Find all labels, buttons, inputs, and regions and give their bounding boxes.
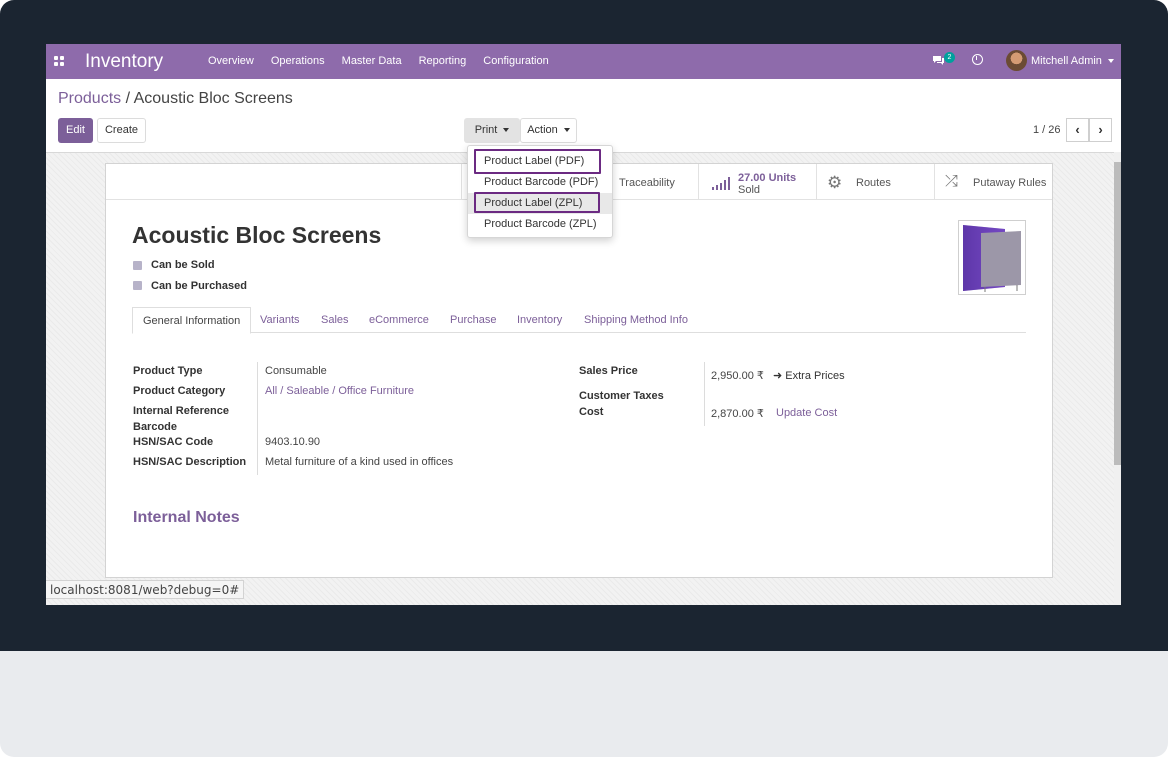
random-arrows-icon: ⤮ xyxy=(945,173,958,190)
can-be-purchased-label: Can be Purchased xyxy=(151,280,247,292)
user-avatar[interactable] xyxy=(1006,50,1027,71)
apps-menu-icon[interactable] xyxy=(54,56,64,66)
can-be-purchased-checkbox[interactable] xyxy=(133,281,142,290)
cost-value[interactable]: 2,870.00 ₹ xyxy=(711,407,764,420)
print-product-barcode-zpl[interactable]: Product Barcode (ZPL) xyxy=(468,214,612,235)
action-button[interactable]: Action xyxy=(520,118,577,143)
extra-prices-label: Extra Prices xyxy=(785,370,845,382)
print-product-barcode-pdf[interactable]: Product Barcode (PDF) xyxy=(468,172,612,193)
sales-chart-icon xyxy=(712,177,730,190)
main-menu: Overview Operations Master Data Reportin… xyxy=(208,55,549,67)
menu-operations[interactable]: Operations xyxy=(271,55,325,67)
sales-price-value[interactable]: 2,950.00 ₹ xyxy=(711,369,764,382)
pager-previous-button[interactable]: ‹ xyxy=(1066,118,1089,142)
extra-prices-button[interactable]: ➜ Extra Prices xyxy=(773,369,845,382)
action-label: Action xyxy=(527,124,558,136)
product-type-value[interactable]: Consumable xyxy=(265,365,327,377)
customer-taxes-label: Customer Taxes xyxy=(579,390,664,402)
product-category-label: Product Category xyxy=(133,385,226,397)
routes-label: Routes xyxy=(856,177,891,189)
hsn-code-value[interactable]: 9403.10.90 xyxy=(265,436,320,448)
hsn-description-value[interactable]: Metal furniture of a kind used in office… xyxy=(265,456,453,468)
top-navbar: Inventory Overview Operations Master Dat… xyxy=(46,44,1121,79)
breadcrumb-separator: / xyxy=(125,90,131,107)
barcode-label: Barcode xyxy=(133,421,178,433)
scrollbar-thumb[interactable] xyxy=(1114,162,1121,465)
cost-label: Cost xyxy=(579,406,604,418)
can-be-sold-label: Can be Sold xyxy=(151,259,215,271)
breadcrumb-products[interactable]: Products xyxy=(58,90,121,107)
putaway-label: Putaway Rules xyxy=(973,177,1047,189)
sold-button[interactable]: 27.00 Units Sold xyxy=(698,164,816,200)
routes-button[interactable]: ⚙ Routes xyxy=(816,164,934,200)
menu-overview[interactable]: Overview xyxy=(208,55,254,67)
arrow-right-icon: ➜ xyxy=(773,370,786,382)
user-menu[interactable]: Mitchell Admin xyxy=(1031,55,1114,67)
tab-inventory[interactable]: Inventory xyxy=(517,307,562,334)
pager-value: 1 / 26 xyxy=(1033,124,1061,136)
sold-label: Sold xyxy=(738,184,761,196)
putaway-rules-button[interactable]: ⤮ Putaway Rules xyxy=(934,164,1052,200)
status-bar-url: localhost:8081/web?debug=0# xyxy=(46,580,245,599)
can-be-sold-checkbox[interactable] xyxy=(133,261,142,270)
user-name: Mitchell Admin xyxy=(1031,55,1102,67)
tab-shipping-method-info[interactable]: Shipping Method Info xyxy=(584,307,688,334)
print-dropdown-menu: Product Label (PDF) Product Barcode (PDF… xyxy=(467,145,613,238)
menu-configuration[interactable]: Configuration xyxy=(483,55,548,67)
acoustic-screen-image xyxy=(963,225,1021,292)
device-frame-bottom xyxy=(0,651,1168,757)
sales-price-label: Sales Price xyxy=(579,365,638,377)
internal-notes-heading: Internal Notes xyxy=(133,509,240,526)
hsn-description-label: HSN/SAC Description xyxy=(133,456,247,468)
tab-purchase[interactable]: Purchase xyxy=(450,307,496,334)
edit-button[interactable]: Edit xyxy=(58,118,93,143)
caret-down-icon xyxy=(563,128,570,133)
product-name: Acoustic Bloc Screens xyxy=(132,222,382,248)
app-screen: Inventory Overview Operations Master Dat… xyxy=(46,44,1121,605)
menu-master-data[interactable]: Master Data xyxy=(342,55,402,67)
vertical-scrollbar[interactable] xyxy=(1114,152,1121,605)
print-product-label-zpl[interactable]: Product Label (ZPL) xyxy=(468,193,612,214)
activity-clock-icon[interactable] xyxy=(972,54,983,65)
tab-ecommerce[interactable]: eCommerce xyxy=(369,307,429,334)
caret-down-icon xyxy=(1107,59,1114,64)
update-cost-button[interactable]: Update Cost xyxy=(776,407,837,419)
cogs-icon: ⚙ xyxy=(827,173,843,192)
breadcrumb-current: Acoustic Bloc Screens xyxy=(133,90,293,107)
breadcrumb: Products / Acoustic Bloc Screens xyxy=(58,90,293,108)
chat-count-badge: 2 xyxy=(944,52,955,63)
product-image[interactable] xyxy=(958,220,1026,295)
internal-reference-label: Internal Reference xyxy=(133,405,229,417)
tab-variants[interactable]: Variants xyxy=(260,307,300,334)
product-category-value[interactable]: All / Saleable / Office Furniture xyxy=(265,385,414,397)
field-separator xyxy=(704,362,705,426)
menu-reporting[interactable]: Reporting xyxy=(419,55,467,67)
product-type-label: Product Type xyxy=(133,365,203,377)
pager-next-button[interactable]: › xyxy=(1089,118,1112,142)
traceability-label: Traceability xyxy=(619,177,675,189)
field-separator xyxy=(257,362,258,475)
print-button[interactable]: Print xyxy=(464,118,520,143)
print-label: Print xyxy=(474,124,498,136)
tab-general-information[interactable]: General Information xyxy=(132,307,252,334)
create-button[interactable]: Create xyxy=(97,118,146,143)
caret-down-icon xyxy=(503,128,510,133)
print-product-label-pdf[interactable]: Product Label (PDF) xyxy=(468,151,612,172)
notebook-tabs: General Information Variants Sales eComm… xyxy=(132,307,1026,334)
hsn-code-label: HSN/SAC Code xyxy=(133,436,214,448)
app-brand[interactable]: Inventory xyxy=(85,51,163,73)
sold-value: 27.00 Units xyxy=(738,172,797,184)
tab-sales[interactable]: Sales xyxy=(321,307,349,334)
